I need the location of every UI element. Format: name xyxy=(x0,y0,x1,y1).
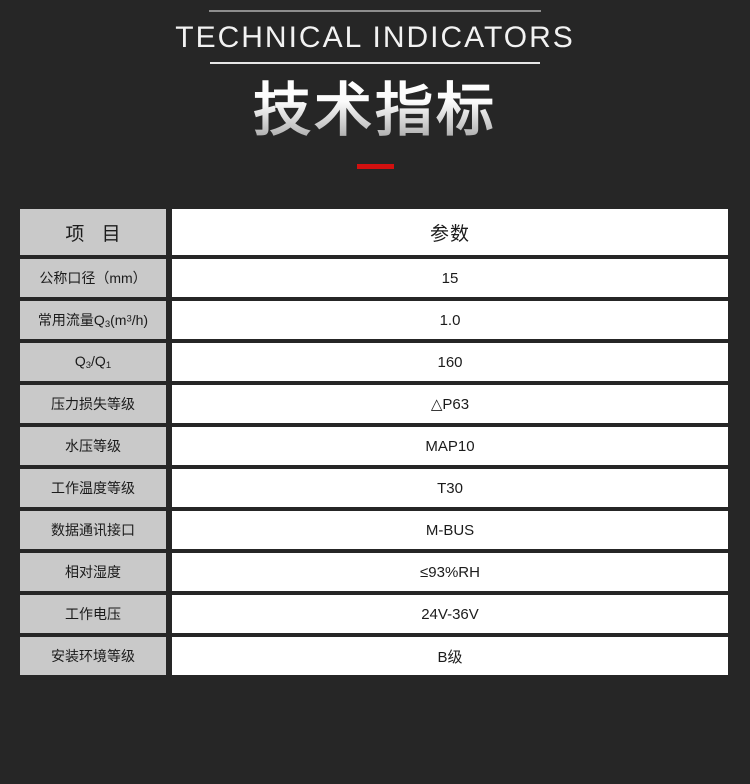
table-row: 数据通讯接口 M-BUS xyxy=(20,511,728,553)
spec-table-body: 项 目 参数 公称口径（mm） 15 常用流量Q3(m3/h) 1.0 Q3/Q1 160… xyxy=(20,209,728,675)
row-value: 24V-36V xyxy=(172,595,728,637)
row-value: T30 xyxy=(172,469,728,511)
page-title-english: TECHNICAL INDICATORS xyxy=(175,21,575,54)
table-row: 压力损失等级 △P63 xyxy=(20,385,728,427)
table-row: 工作温度等级 T30 xyxy=(20,469,728,511)
row-label: 安装环境等级 xyxy=(20,637,172,675)
table-row: 相对湿度 ≤93%RH xyxy=(20,553,728,595)
spec-table-container: 项 目 参数 公称口径（mm） 15 常用流量Q3(m3/h) 1.0 Q3/Q1 160… xyxy=(20,209,728,675)
row-label: 水压等级 xyxy=(20,427,172,469)
row-label: Q3/Q1 xyxy=(20,343,172,385)
row-value: 15 xyxy=(172,259,728,301)
row-value: B级 xyxy=(172,637,728,675)
page-root: TECHNICAL INDICATORS 技术指标 项 目 参数 公称口径（mm… xyxy=(0,0,750,784)
row-label: 常用流量Q3(m3/h) xyxy=(20,301,172,343)
column-header-item: 项 目 xyxy=(20,209,172,259)
row-value: ≤93%RH xyxy=(172,553,728,595)
row-label: 数据通讯接口 xyxy=(20,511,172,553)
header-rule-top xyxy=(209,10,541,12)
page-title-chinese: 技术指标 xyxy=(0,72,750,150)
table-row: Q3/Q1 160 xyxy=(20,343,728,385)
column-header-parameter: 参数 xyxy=(172,209,728,259)
table-row: 公称口径（mm） 15 xyxy=(20,259,728,301)
table-row: 工作电压 24V-36V xyxy=(20,595,728,637)
row-value: M-BUS xyxy=(172,511,728,553)
page-header: TECHNICAL INDICATORS 技术指标 xyxy=(0,0,750,169)
table-row: 水压等级 MAP10 xyxy=(20,427,728,469)
header-rule-bottom xyxy=(210,62,540,64)
table-header-row: 项 目 参数 xyxy=(20,209,728,259)
row-label: 公称口径（mm） xyxy=(20,259,172,301)
row-value: MAP10 xyxy=(172,427,728,469)
row-label: 工作电压 xyxy=(20,595,172,637)
row-value: 1.0 xyxy=(172,301,728,343)
row-label: 相对湿度 xyxy=(20,553,172,595)
table-row: 常用流量Q3(m3/h) 1.0 xyxy=(20,301,728,343)
specifications-table: 项 目 参数 公称口径（mm） 15 常用流量Q3(m3/h) 1.0 Q3/Q1 160… xyxy=(20,209,728,675)
table-row: 安装环境等级 B级 xyxy=(20,637,728,675)
row-value: 160 xyxy=(172,343,728,385)
accent-underline xyxy=(356,164,394,169)
row-value: △P63 xyxy=(172,385,728,427)
row-label: 工作温度等级 xyxy=(20,469,172,511)
row-label: 压力损失等级 xyxy=(20,385,172,427)
